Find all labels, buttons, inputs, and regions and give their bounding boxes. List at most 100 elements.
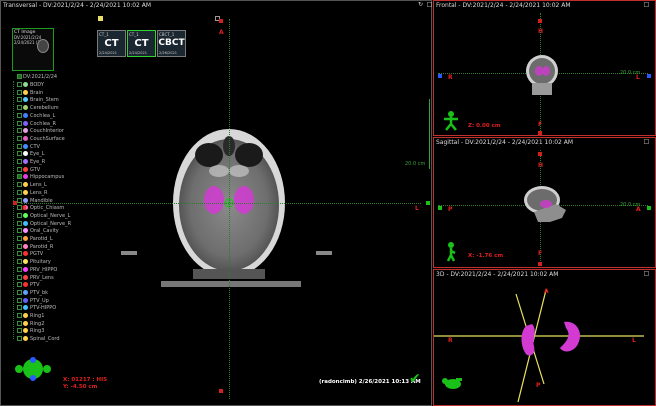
structure-name: Ring2 <box>30 320 45 327</box>
frontal-image[interactable] <box>520 53 564 97</box>
structure-name: BODY <box>30 82 44 88</box>
structure-checkbox[interactable] <box>17 128 22 134</box>
view-mode-icon[interactable] <box>98 16 103 21</box>
sagittal-title: Sagittal - DV:2021/2/24 - 2/24/2021 10:0… <box>436 139 574 146</box>
view3d-render[interactable] <box>434 280 656 406</box>
orientation-marker-left[interactable] <box>438 74 442 78</box>
orientation-label-left: R <box>448 74 453 81</box>
sagittal-image[interactable] <box>520 182 570 226</box>
image-thumbnail-cbct[interactable]: CBCT_1 CBCT 2/26/2021 <box>157 30 186 57</box>
structure-checkbox[interactable] <box>17 197 22 203</box>
structure-checkbox[interactable] <box>17 297 22 303</box>
structure-checkbox[interactable] <box>17 320 22 326</box>
structure-checkbox[interactable] <box>17 289 22 295</box>
approve-check-icon[interactable]: ✔ <box>409 372 421 386</box>
structure-checkbox[interactable] <box>17 228 22 234</box>
structure-name: CouchSurface <box>30 135 65 142</box>
hippocampus-3d-right <box>560 321 581 352</box>
orientation-label-right: L <box>415 205 419 212</box>
structure-name: Spinal_Cord <box>30 336 60 343</box>
structure-checkbox[interactable] <box>17 266 22 272</box>
image-thumbnail-ct-selected[interactable]: CT_1 CT 2/24/2021 <box>127 30 156 57</box>
structure-tree-line <box>13 81 14 339</box>
structure-checkbox[interactable] <box>17 251 22 257</box>
structure-color-swatch <box>23 289 28 295</box>
orientation-marker-right[interactable] <box>647 74 651 78</box>
patient-orientation-figure[interactable] <box>15 357 51 381</box>
coord-info-line2: Y: -4.50 cm <box>63 384 98 390</box>
ct-thumb-icon <box>37 39 49 53</box>
structure-set-checkbox[interactable] <box>17 74 22 79</box>
transversal-image[interactable] <box>101 101 351 311</box>
structure-color-swatch <box>23 236 28 241</box>
structure-set-header[interactable]: DV:2021/2/24 <box>17 73 57 81</box>
maximize-icon[interactable]: □ <box>643 138 650 145</box>
structure-checkbox[interactable] <box>17 82 22 87</box>
structure-color-swatch <box>23 197 28 203</box>
image-thumbnail-ct[interactable]: CT_1 CT 2/24/2021 <box>97 30 126 57</box>
orientation-label-bottom: F <box>538 250 543 257</box>
orientation-marker-top[interactable] <box>538 19 542 23</box>
refresh-icon[interactable]: ↻ <box>417 1 424 8</box>
sagittal-view[interactable]: Sagittal - DV:2021/2/24 - 2/24/2021 10:0… <box>433 137 656 268</box>
transversal-title: Transversal - DV:2021/2/24 - 2/24/2021 1… <box>3 2 152 9</box>
structure-name: CouchInterior <box>30 128 64 135</box>
structure-checkbox[interactable] <box>17 328 22 334</box>
crosshair-horizontal <box>21 203 421 204</box>
maximize-icon[interactable]: □ <box>643 270 650 277</box>
structure-name: Pituitary <box>30 259 51 266</box>
structure-checkbox[interactable] <box>17 143 22 149</box>
orientation-label-left: P <box>448 206 453 213</box>
ct-image-panel[interactable]: CT Image DV:2021/2/24 2/24/2021 (2) <box>12 28 54 71</box>
structure-checkbox[interactable] <box>17 105 22 111</box>
orientation-marker-bottom[interactable] <box>538 131 542 135</box>
structure-checkbox[interactable] <box>17 174 22 180</box>
orientation-marker-left[interactable] <box>438 206 442 210</box>
patient-3d-figure-icon[interactable] <box>442 376 464 390</box>
view-3d[interactable]: 3D - DV:2021/2/24 - 2/24/2021 10:02 AM □… <box>433 269 656 406</box>
structure-color-swatch <box>23 251 28 257</box>
structure-checkbox[interactable] <box>17 305 22 311</box>
orientation-marker-left[interactable] <box>13 201 17 205</box>
structure-checkbox[interactable] <box>17 97 22 103</box>
orientation-marker-top[interactable] <box>538 152 542 156</box>
maximize-icon[interactable]: □ <box>643 1 650 8</box>
structure-checkbox[interactable] <box>17 274 22 280</box>
structure-checkbox[interactable] <box>17 259 22 265</box>
structure-checkbox[interactable] <box>17 166 22 172</box>
structure-checkbox[interactable] <box>17 120 22 126</box>
structure-checkbox[interactable] <box>17 151 22 157</box>
structure-checkbox[interactable] <box>17 189 22 195</box>
orientation-label-bottom: P <box>536 382 541 389</box>
structure-checkbox[interactable] <box>17 182 22 188</box>
orientation-label-top: H <box>538 162 544 169</box>
structure-checkbox[interactable] <box>17 220 22 226</box>
orientation-label-top: H <box>538 28 544 35</box>
structure-checkbox[interactable] <box>17 243 22 249</box>
maximize-icon[interactable]: □ <box>426 1 433 8</box>
structure-checkbox[interactable] <box>17 336 22 342</box>
orientation-marker-top[interactable] <box>219 19 223 23</box>
scale-label: 20.0 cm <box>620 70 641 76</box>
thumbnail-label: CT <box>134 38 149 49</box>
structure-color-swatch <box>23 135 28 141</box>
structure-checkbox[interactable] <box>17 313 22 318</box>
structure-name: Oral_Cavity <box>30 228 59 235</box>
structure-checkbox[interactable] <box>17 282 22 288</box>
orientation-marker-right[interactable] <box>426 201 430 205</box>
structure-item[interactable]: Spinal_Cord <box>17 335 60 343</box>
orientation-marker-bottom[interactable] <box>219 389 223 393</box>
structure-checkbox[interactable] <box>17 212 22 218</box>
structure-checkbox[interactable] <box>17 135 22 141</box>
structure-color-swatch <box>23 143 28 149</box>
structure-checkbox[interactable] <box>17 112 22 118</box>
frontal-view[interactable]: Frontal - DV:2021/2/24 - 2/24/2021 10:02… <box>433 0 656 136</box>
structure-set-label: DV:2021/2/24 <box>23 74 58 80</box>
transversal-view[interactable]: Transversal - DV:2021/2/24 - 2/24/2021 1… <box>0 0 432 406</box>
orientation-marker-right[interactable] <box>647 206 651 210</box>
orientation-marker-bottom[interactable] <box>538 262 542 266</box>
structure-checkbox[interactable] <box>17 236 22 241</box>
structure-checkbox[interactable] <box>17 159 22 164</box>
structure-color-swatch <box>23 313 28 318</box>
structure-checkbox[interactable] <box>17 89 22 95</box>
